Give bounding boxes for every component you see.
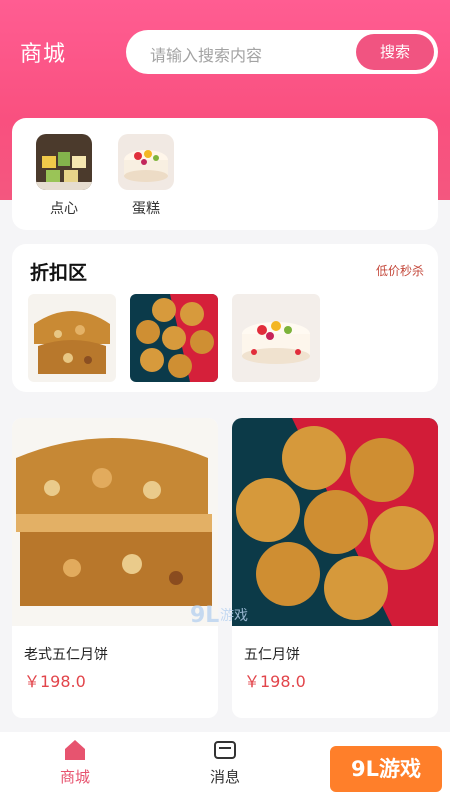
svg-text:游戏: 游戏 (220, 608, 248, 624)
message-icon (213, 738, 237, 762)
fruit-cake-image[interactable] (232, 294, 320, 382)
flash-sale-link[interactable]: 低价秒杀 (376, 262, 424, 279)
mooncakes-group-image[interactable] (130, 294, 218, 382)
product-card[interactable]: 老式五仁月饼 ￥198.0 (12, 418, 218, 718)
svg-text:9L: 9L (190, 603, 219, 628)
product-name: 五仁月饼 (244, 647, 300, 663)
product-name: 老式五仁月饼 (24, 647, 108, 663)
watermark-badge: 9L游戏 (330, 746, 442, 792)
dim-sum-image (36, 134, 92, 190)
watermark-logo: 9L 游戏 (186, 600, 266, 628)
product-card[interactable]: 五仁月饼 ￥198.0 (232, 418, 438, 718)
discount-title: 折扣区 (30, 262, 88, 284)
category-cake[interactable]: 蛋糕 (118, 134, 174, 218)
search-bar[interactable]: 请输入搜索内容 搜索 (126, 30, 438, 74)
tab-label: 消息 (209, 768, 240, 786)
mooncake-product-image (12, 418, 218, 626)
mooncakes-product-image (232, 418, 438, 626)
tab-messages[interactable]: 消息 (190, 738, 260, 787)
mooncake-half-image[interactable] (28, 294, 116, 382)
product-price: ￥198.0 (244, 672, 306, 691)
search-input[interactable]: 请输入搜索内容 (150, 42, 262, 66)
cake-image (118, 134, 174, 190)
category-label: 点心 (50, 201, 78, 217)
category-dim-sum[interactable]: 点心 (36, 134, 92, 218)
category-card: 点心 蛋糕 (12, 118, 438, 230)
tab-shop[interactable]: 商城 (40, 738, 110, 787)
category-label: 蛋糕 (132, 201, 160, 217)
product-price: ￥198.0 (24, 672, 86, 691)
search-button[interactable]: 搜索 (356, 34, 434, 70)
home-icon (63, 738, 87, 762)
tab-label: 商城 (59, 768, 90, 786)
page-title: 商城 (20, 42, 67, 67)
discount-section: 折扣区 低价秒杀 (12, 244, 438, 392)
